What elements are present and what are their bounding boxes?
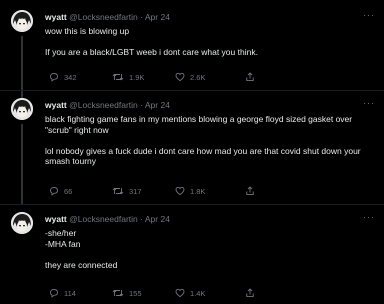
divider [0,90,384,91]
separator: · [140,214,143,224]
author-name[interactable]: wyatt [45,12,67,22]
tweet-header: wyatt @Locksneedfartin · Apr 24 [45,214,170,224]
tweet[interactable]: wyatt @Locksneedfartin · Apr 24 ··· blac… [0,98,384,204]
reply-button[interactable]: 114 [49,288,76,298]
tweet-line: -MHA fan [45,238,81,249]
heart-icon [175,288,185,298]
tweet-actions: 66 317 1.8K [49,186,289,198]
author-name[interactable]: wyatt [45,100,67,110]
more-icon[interactable]: ··· [363,10,375,20]
share-button[interactable] [245,72,255,82]
divider [0,204,384,205]
retweet-icon [112,289,124,297]
author-handle[interactable]: @Locksneedfartin [69,100,138,110]
share-icon [246,72,254,82]
tweet-line [45,249,371,260]
tweet-actions: 114 155 1.4K [49,288,289,300]
avatar[interactable] [11,98,33,120]
reply-icon [50,187,58,196]
share-icon [246,288,254,298]
tweet-actions: 342 1.9K 2.6K [49,72,289,84]
timestamp[interactable]: Apr 24 [145,12,170,22]
retweet-button[interactable]: 155 [112,288,142,298]
tweet-line: black fighting game fans in my mentions … [45,114,353,135]
retweet-count: 155 [129,288,142,298]
reply-count: 114 [64,288,76,298]
reply-count: 342 [64,72,77,82]
tweet-line [45,135,371,146]
author-name[interactable]: wyatt [45,214,67,224]
retweet-button[interactable]: 1.9K [112,72,144,82]
tweet-header: wyatt @Locksneedfartin · Apr 24 [45,100,170,110]
author-handle[interactable]: @Locksneedfartin [69,214,138,224]
retweet-icon [112,187,124,195]
like-count: 1.8K [190,186,206,196]
separator: · [140,100,143,110]
like-button[interactable]: 1.4K [175,288,205,298]
retweet-button[interactable]: 317 [112,186,142,196]
retweet-count: 317 [129,186,142,196]
retweet-icon [112,73,124,81]
tweet[interactable]: wyatt @Locksneedfartin · Apr 24 ··· -she… [0,212,384,304]
tweet-line [45,37,371,48]
reply-button[interactable]: 342 [49,72,77,82]
tweet-text: black fighting game fans in my mentions … [45,114,371,167]
heart-icon [175,186,185,196]
like-count: 2.6K [190,72,206,82]
retweet-count: 1.9K [129,72,145,82]
tweet-line: lol nobody gives a fuck dude i dont care… [45,145,361,167]
like-button[interactable]: 2.6K [175,72,205,82]
more-icon[interactable]: ··· [363,98,375,108]
tweet-line: they are connected [45,259,118,270]
reply-icon [50,289,58,298]
timestamp[interactable]: Apr 24 [145,214,170,224]
reply-count: 66 [64,186,73,196]
tweet-header: wyatt @Locksneedfartin · Apr 24 [45,12,170,22]
reply-icon [50,73,58,82]
share-icon [246,186,254,196]
more-icon[interactable]: ··· [363,212,375,222]
author-handle[interactable]: @Locksneedfartin [69,12,138,22]
separator: · [140,12,143,22]
tweet-line: wow this is blowing up [45,26,130,36]
tweet-line: -she/her [45,228,77,238]
like-button[interactable]: 1.8K [175,186,205,196]
share-button[interactable] [245,288,255,298]
tweet-text: -she/her -MHA fan they are connected [45,228,371,270]
tweet-text: wow this is blowing up If you are a blac… [45,26,371,58]
tweet[interactable]: wyatt @Locksneedfartin · Apr 24 ··· wow … [0,10,384,100]
like-count: 1.4K [190,288,206,298]
share-button[interactable] [245,186,255,196]
tweet-line: If you are a black/LGBT weeb i dont care… [45,47,258,57]
avatar[interactable] [11,212,33,234]
timestamp[interactable]: Apr 24 [145,100,170,110]
thread-line [21,124,23,204]
reply-button[interactable]: 66 [49,186,72,196]
heart-icon [175,72,185,82]
avatar[interactable] [11,10,33,32]
